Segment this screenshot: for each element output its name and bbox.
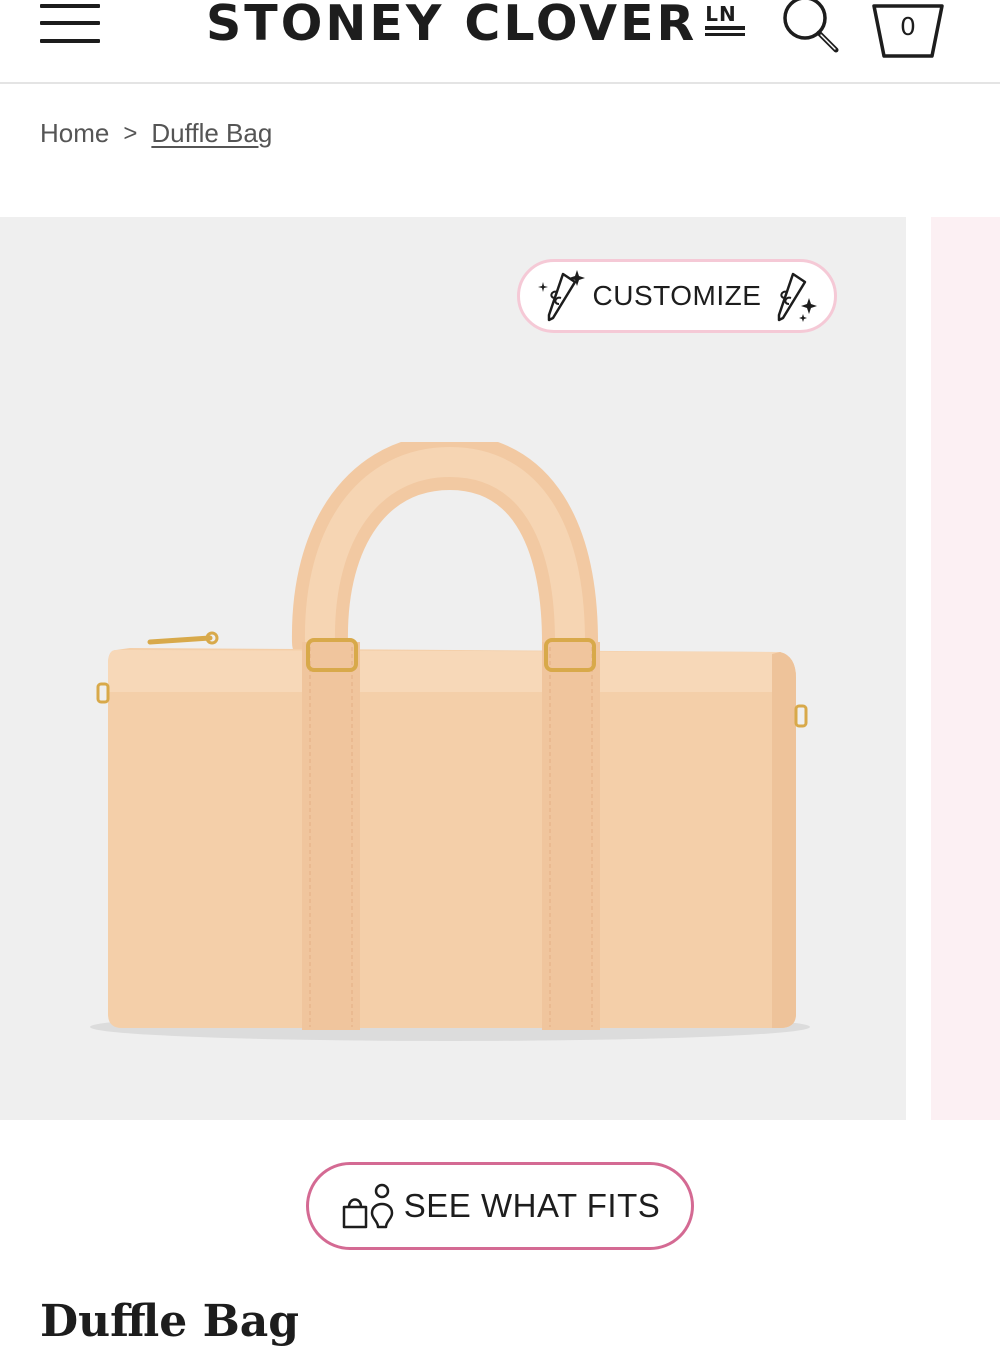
brand-logo[interactable]: STONEY CLOVER LN xyxy=(206,0,746,52)
product-image-main[interactable]: CUSTOMIZE xyxy=(0,217,906,1120)
product-image-next[interactable] xyxy=(931,217,1000,1120)
breadcrumb-home-link[interactable]: Home xyxy=(40,118,109,149)
menu-button[interactable] xyxy=(40,2,100,46)
cart-button[interactable]: 0 xyxy=(870,0,946,60)
brand-name: STONEY CLOVER xyxy=(206,0,698,52)
bag-person-icon xyxy=(342,1183,394,1229)
product-title: Duffle Bag xyxy=(40,1296,300,1347)
cart-count: 0 xyxy=(900,12,916,41)
customize-button[interactable]: CUSTOMIZE xyxy=(517,259,837,333)
search-icon xyxy=(783,0,839,53)
see-what-fits-label: SEE WHAT FITS xyxy=(403,1187,661,1224)
search-button[interactable] xyxy=(778,0,844,56)
breadcrumb-separator: > xyxy=(123,119,138,147)
see-what-fits-button[interactable]: SEE WHAT FITS xyxy=(306,1162,694,1250)
brand-mark: LN xyxy=(705,4,746,38)
site-header: STONEY CLOVER LN 0 xyxy=(0,0,1000,84)
duffle-bag-image xyxy=(90,442,810,1041)
menu-icon xyxy=(40,4,100,8)
wand-icon xyxy=(537,270,585,322)
wand-icon xyxy=(778,272,818,322)
breadcrumb-current-link[interactable]: Duffle Bag xyxy=(151,118,272,149)
customize-label: CUSTOMIZE xyxy=(592,280,762,311)
breadcrumb: Home > Duffle Bag xyxy=(40,118,272,149)
